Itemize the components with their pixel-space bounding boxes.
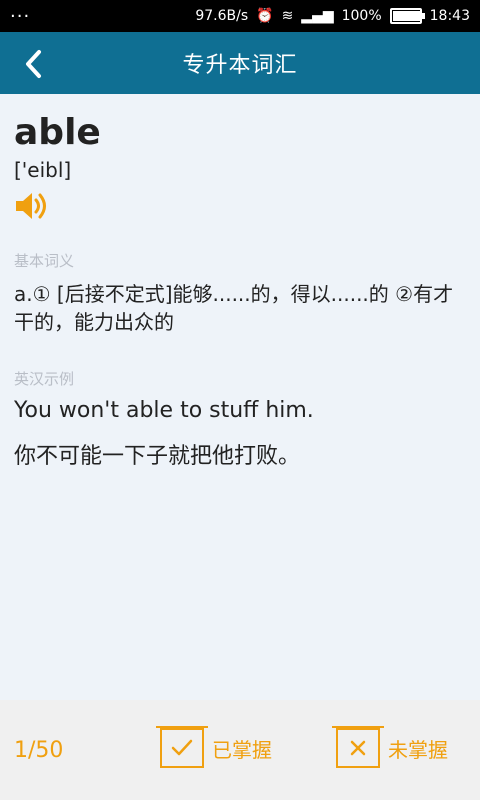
back-button[interactable] [14,44,54,84]
network-speed: 97.6B/s [195,8,249,24]
example-chinese: 你不可能一下子就把他打败。 [14,444,301,469]
word-card: able ['eibl] 基本词义 a.① [后接不定式]能够......的，得… [0,94,480,700]
wifi-icon: ≋ [281,8,294,24]
signal-icon: ▂▄▆ [301,8,334,24]
footer-bar: 1/50 已掌握 未掌握 [0,700,480,800]
battery-percent: 100% [341,8,382,24]
check-box-icon [156,726,208,768]
status-dots: ··· [10,5,31,27]
example-label: 英汉示例 [14,370,75,388]
not-mastered-label: 未掌握 [388,737,448,762]
not-mastered-button[interactable]: 未掌握 [332,726,448,768]
page-title: 专升本词汇 [182,53,298,78]
definition-text: a.① [后接不定式]能够......的，得以......的 ②有才干的，能力出… [14,282,454,334]
alarm-icon: ⏰ [256,8,274,24]
status-time: 18:43 [429,8,470,24]
phonetic-text: ['eibl] [14,158,72,182]
speaker-icon[interactable] [14,190,50,222]
mastered-button[interactable]: 已掌握 [156,726,272,768]
progress-counter: 1/50 [14,738,64,763]
cross-box-icon [332,726,384,768]
battery-icon [389,8,425,24]
mastered-label: 已掌握 [212,737,272,762]
status-bar: ··· 97.6B/s ⏰ ≋ ▂▄▆ 100% 18:43 [0,0,480,32]
close-icon [350,740,366,756]
word-text: able [14,112,101,153]
chevron-left-icon [26,50,41,78]
status-right: 97.6B/s ⏰ ≋ ▂▄▆ 100% 18:43 [195,8,470,24]
title-bar: 专升本词汇 [0,32,480,94]
example-english: You won't able to stuff him. [14,398,314,423]
basic-meaning-label: 基本词义 [14,252,75,270]
check-icon [171,739,193,756]
